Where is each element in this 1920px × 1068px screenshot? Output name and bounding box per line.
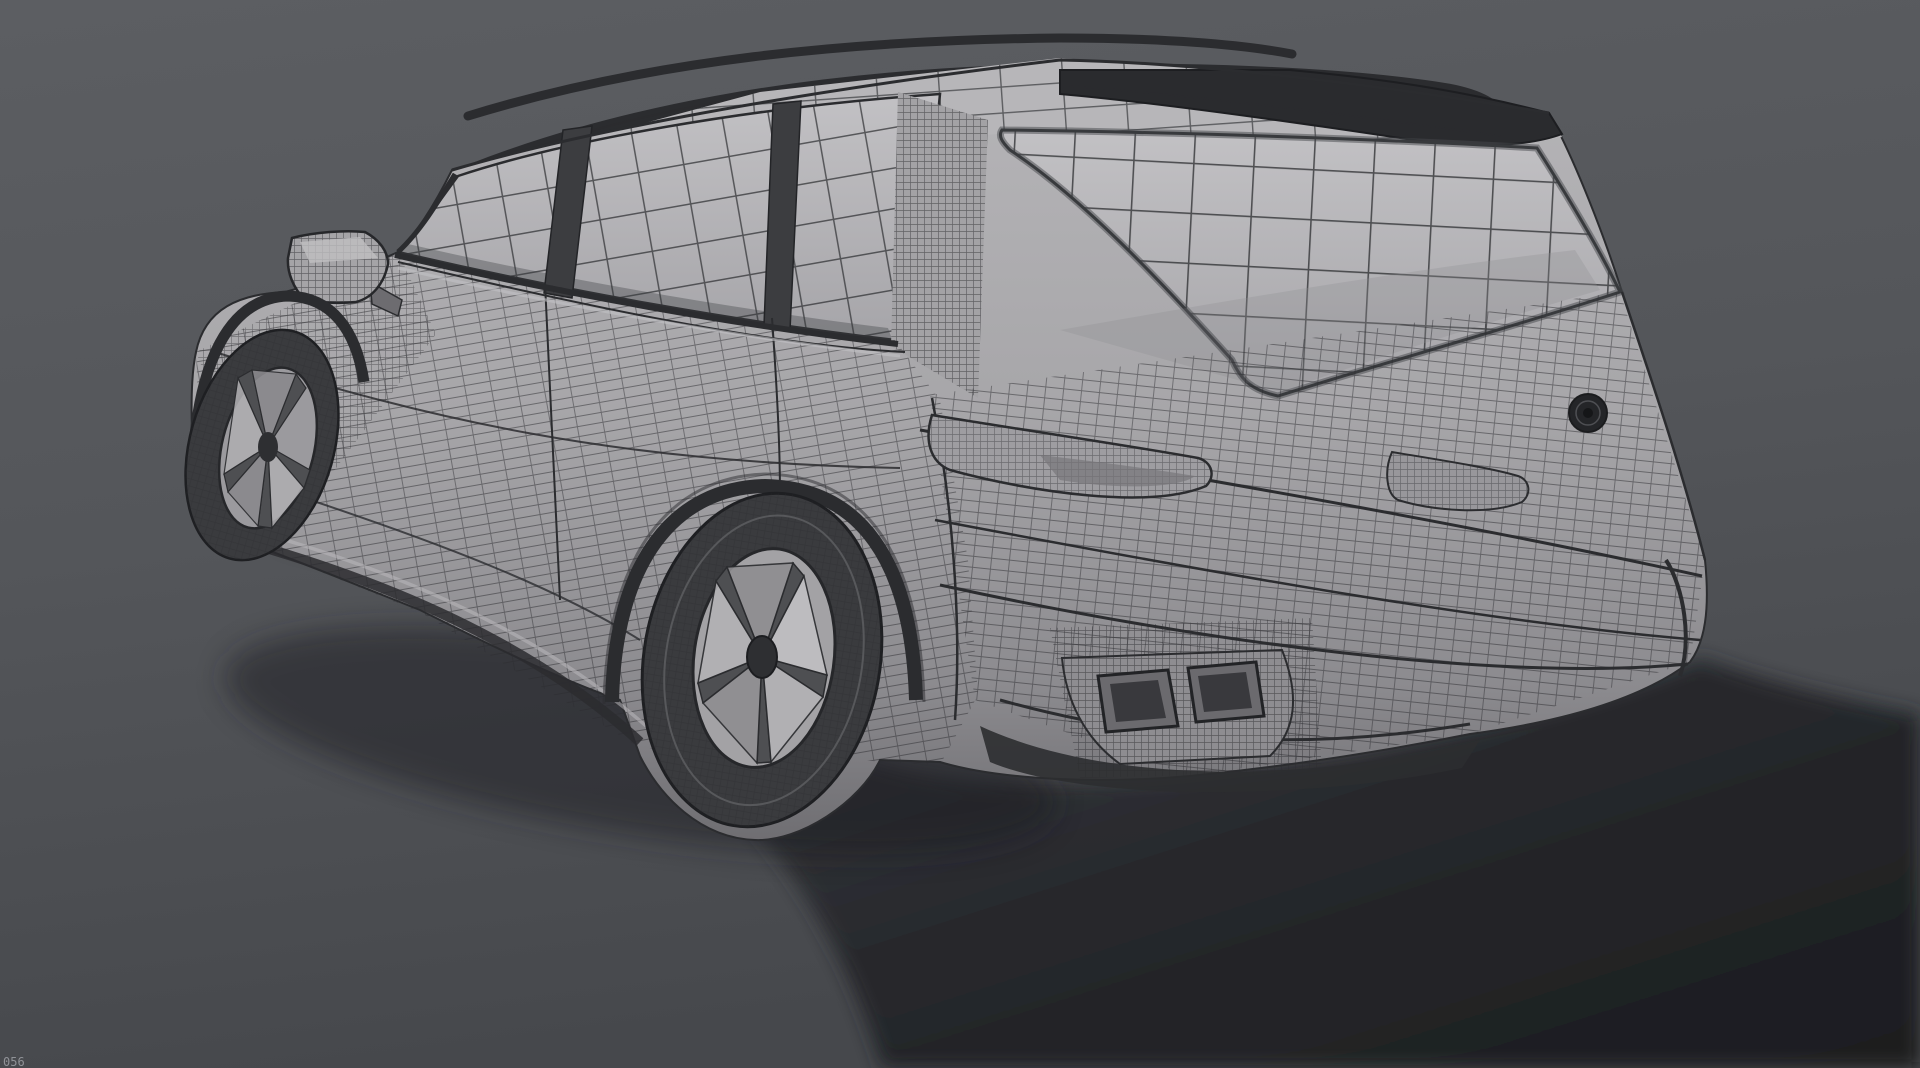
rear-diffuser (1050, 618, 1322, 778)
tailgate-emblem (1568, 393, 1608, 433)
viewport: 056 (0, 0, 1920, 1068)
frame-counter: 056 (3, 1055, 25, 1068)
rear-hub (746, 635, 778, 679)
viewport-canvas[interactable]: 056 (0, 0, 1920, 1068)
front-hub (258, 432, 278, 462)
